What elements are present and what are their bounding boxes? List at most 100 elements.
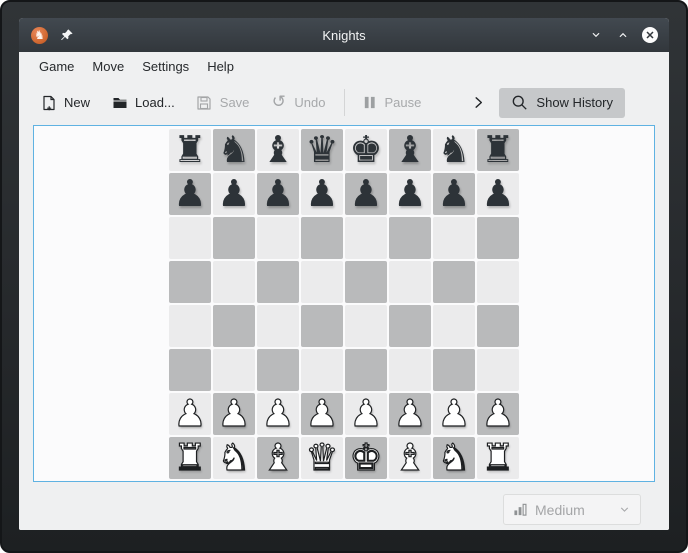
piece-bk[interactable]: ♚ <box>349 129 382 171</box>
board-square[interactable] <box>477 261 519 303</box>
piece-bn[interactable]: ♞ <box>217 129 250 171</box>
board-square[interactable] <box>301 305 343 347</box>
board-square[interactable]: ♟ <box>477 393 519 435</box>
titlebar[interactable]: ♞ Knights <box>19 18 669 52</box>
board-square[interactable]: ♟ <box>345 393 387 435</box>
toolbar-expand-chevron[interactable] <box>471 95 486 110</box>
board-square[interactable] <box>257 217 299 259</box>
board-square[interactable] <box>477 217 519 259</box>
board-square[interactable]: ♜ <box>477 129 519 171</box>
board-square[interactable] <box>169 305 211 347</box>
board-square[interactable] <box>389 261 431 303</box>
piece-wn[interactable]: ♞ <box>217 437 250 479</box>
piece-bp[interactable]: ♟ <box>305 173 338 215</box>
board-square[interactable] <box>433 349 475 391</box>
board-square[interactable]: ♚ <box>345 437 387 479</box>
piece-bp[interactable]: ♟ <box>261 173 294 215</box>
board-square[interactable] <box>389 217 431 259</box>
board-square[interactable]: ♚ <box>345 129 387 171</box>
board-square[interactable]: ♟ <box>389 393 431 435</box>
piece-bq[interactable]: ♛ <box>305 129 338 171</box>
board-square[interactable]: ♝ <box>389 437 431 479</box>
board-square[interactable] <box>213 349 255 391</box>
piece-bp[interactable]: ♟ <box>481 173 514 215</box>
menu-move[interactable]: Move <box>83 55 133 78</box>
board-square[interactable]: ♜ <box>169 129 211 171</box>
menu-game[interactable]: Game <box>30 55 83 78</box>
board-square[interactable] <box>345 261 387 303</box>
piece-bp[interactable]: ♟ <box>349 173 382 215</box>
board-square[interactable] <box>257 305 299 347</box>
board-square[interactable]: ♝ <box>257 437 299 479</box>
board-square[interactable]: ♜ <box>169 437 211 479</box>
piece-wr[interactable]: ♜ <box>481 437 514 479</box>
menu-help[interactable]: Help <box>198 55 243 78</box>
piece-br[interactable]: ♜ <box>173 129 206 171</box>
board-square[interactable]: ♟ <box>213 393 255 435</box>
close-button[interactable] <box>641 26 659 44</box>
board-square[interactable] <box>345 349 387 391</box>
board-square[interactable] <box>301 217 343 259</box>
board-square[interactable] <box>345 217 387 259</box>
piece-bp[interactable]: ♟ <box>173 173 206 215</box>
board-square[interactable]: ♛ <box>301 129 343 171</box>
piece-bb[interactable]: ♝ <box>261 129 294 171</box>
board-square[interactable]: ♟ <box>433 393 475 435</box>
piece-wp[interactable]: ♟ <box>437 393 470 435</box>
pause-button[interactable]: Pause <box>354 89 429 116</box>
board-square[interactable]: ♟ <box>389 173 431 215</box>
board-square[interactable]: ♞ <box>213 129 255 171</box>
board-square[interactable] <box>301 261 343 303</box>
piece-wp[interactable]: ♟ <box>393 393 426 435</box>
board-square[interactable]: ♞ <box>213 437 255 479</box>
board-square[interactable]: ♟ <box>257 393 299 435</box>
piece-wp[interactable]: ♟ <box>305 393 338 435</box>
board-square[interactable] <box>433 261 475 303</box>
board-square[interactable]: ♛ <box>301 437 343 479</box>
show-history-button[interactable]: Show History <box>499 88 625 118</box>
board-square[interactable]: ♝ <box>389 129 431 171</box>
board-square[interactable]: ♟ <box>213 173 255 215</box>
board-square[interactable]: ♟ <box>301 393 343 435</box>
board-square[interactable]: ♟ <box>433 173 475 215</box>
board-square[interactable]: ♟ <box>169 173 211 215</box>
board-square[interactable]: ♜ <box>477 437 519 479</box>
piece-wr[interactable]: ♜ <box>173 437 206 479</box>
board-square[interactable] <box>257 349 299 391</box>
minimize-button[interactable] <box>587 26 605 44</box>
board-square[interactable] <box>213 261 255 303</box>
piece-bn[interactable]: ♞ <box>437 129 470 171</box>
piece-wq[interactable]: ♛ <box>305 437 338 479</box>
board-square[interactable]: ♟ <box>345 173 387 215</box>
board-square[interactable] <box>169 349 211 391</box>
undo-button[interactable]: ↺ Undo <box>263 89 332 116</box>
board-square[interactable] <box>477 349 519 391</box>
board-square[interactable] <box>169 217 211 259</box>
board-square[interactable] <box>301 349 343 391</box>
piece-wk[interactable]: ♚ <box>349 437 382 479</box>
board-square[interactable] <box>345 305 387 347</box>
piece-bp[interactable]: ♟ <box>393 173 426 215</box>
menu-settings[interactable]: Settings <box>133 55 198 78</box>
piece-wp[interactable]: ♟ <box>261 393 294 435</box>
board-square[interactable] <box>169 261 211 303</box>
board-square[interactable] <box>477 305 519 347</box>
difficulty-dropdown[interactable]: Medium <box>503 494 641 525</box>
new-button[interactable]: New <box>33 89 97 116</box>
piece-bp[interactable]: ♟ <box>437 173 470 215</box>
board-square[interactable]: ♟ <box>477 173 519 215</box>
maximize-button[interactable] <box>614 26 632 44</box>
board-square[interactable]: ♟ <box>257 173 299 215</box>
piece-wp[interactable]: ♟ <box>173 393 206 435</box>
board-square[interactable] <box>213 305 255 347</box>
pin-icon[interactable] <box>60 28 74 42</box>
board-square[interactable]: ♟ <box>301 173 343 215</box>
piece-wb[interactable]: ♝ <box>261 437 294 479</box>
piece-wp[interactable]: ♟ <box>481 393 514 435</box>
load-button[interactable]: Load... <box>104 89 182 116</box>
piece-wp[interactable]: ♟ <box>217 393 250 435</box>
board-square[interactable] <box>389 349 431 391</box>
board-square[interactable]: ♝ <box>257 129 299 171</box>
piece-wn[interactable]: ♞ <box>437 437 470 479</box>
piece-br[interactable]: ♜ <box>481 129 514 171</box>
